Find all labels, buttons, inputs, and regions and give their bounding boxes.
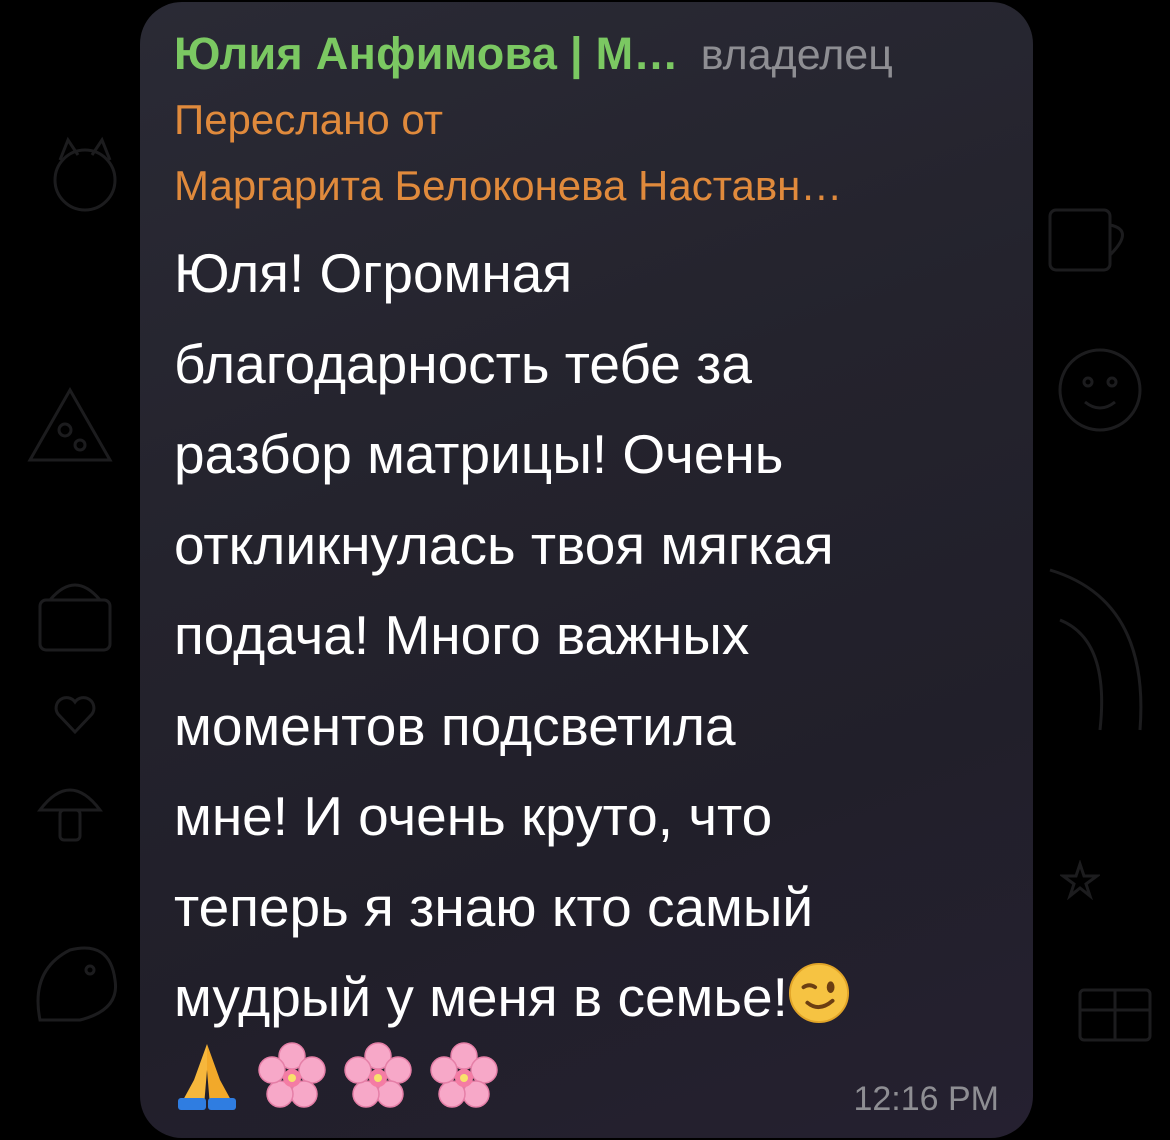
message-timestamp: 12:16 PM [853, 1080, 999, 1118]
doodle-cake-icon [38, 583, 112, 652]
sender-role-badge: владелец [700, 31, 893, 79]
doodle-gift-icon [1078, 988, 1152, 1042]
cherry-blossom-emoji [344, 1041, 412, 1115]
message-bubble[interactable]: Юлия Анфимова | М… владелец Переслано от… [140, 2, 1033, 1138]
message-header: Юлия Анфимова | М… владелец [174, 28, 999, 84]
sender-name[interactable]: Юлия Анфимова | М… [174, 28, 679, 80]
folded-hands-emoji [174, 1040, 240, 1117]
doodle-pizza-icon [27, 386, 113, 462]
doodle-cat-icon [53, 136, 117, 212]
doodle-dino-icon [36, 946, 118, 1022]
emoji-row [174, 1040, 498, 1117]
cherry-blossom-emoji [430, 1041, 498, 1115]
doodle-heart-icon [54, 696, 96, 735]
doodle-ball-icon [1049, 568, 1143, 731]
cherry-blossom-emoji [258, 1041, 326, 1115]
doodle-mushroom-icon [36, 788, 104, 842]
doodle-face-icon [1058, 348, 1142, 432]
message-body: Юля! Огромная благодарность тебе за разб… [174, 242, 834, 1028]
winking-face-emoji [788, 960, 850, 1051]
forwarded-from-label: Переслано от [174, 96, 444, 143]
forwarded-source-name[interactable]: Маргарита Белоконева Наставн… [174, 162, 842, 210]
doodle-cup-icon [1048, 208, 1124, 272]
doodle-star-icon [1060, 860, 1100, 900]
message-text: Юля! Огромная благодарность тебе за разб… [174, 228, 1004, 1051]
